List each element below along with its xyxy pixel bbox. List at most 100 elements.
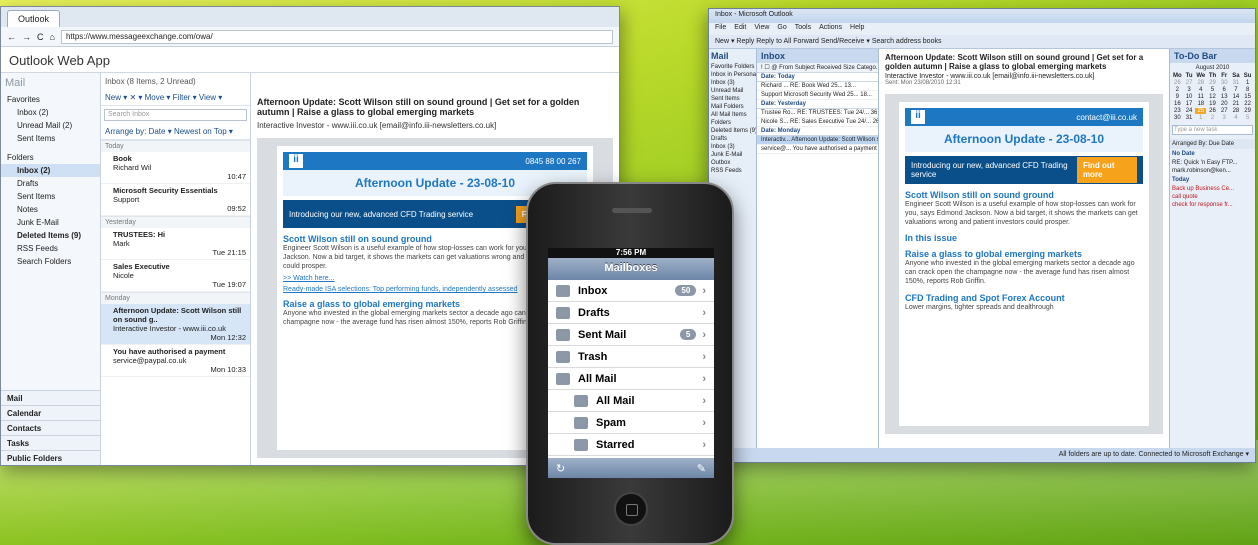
list-item[interactable]: TRUSTEES: Hi Mark Tue 21:15 — [101, 228, 250, 260]
find-out-more-button[interactable]: Find out more — [1076, 157, 1137, 183]
calendar-day[interactable]: 13 — [1219, 94, 1230, 100]
calendar-day[interactable]: 9 — [1172, 94, 1183, 100]
date-group[interactable]: Yesterday — [101, 216, 250, 228]
calendar-day[interactable]: 11 — [1195, 94, 1206, 100]
date-group[interactable]: Date: Monday — [757, 127, 878, 136]
today-group[interactable]: Today — [1170, 175, 1255, 185]
table-row[interactable]: Trustee Ro... RE: TRUSTEES: Tue 24/... 3… — [757, 109, 878, 118]
calendar-day[interactable]: 7 — [1231, 87, 1242, 93]
nav-item[interactable]: Notes — [1, 203, 100, 216]
module-public-folders[interactable]: Public Folders — [1, 450, 100, 465]
nav-item[interactable]: All Mail Items — [709, 111, 756, 119]
mailbox-row[interactable]: Trash › — [548, 346, 714, 368]
calendar-day[interactable]: 24 — [1184, 108, 1195, 114]
calendar-day[interactable]: 31 — [1231, 80, 1242, 86]
menu-tools[interactable]: Tools — [795, 24, 811, 34]
calendar-day[interactable]: 30 — [1172, 115, 1183, 121]
task-item[interactable]: Back up Business Ce... — [1170, 185, 1255, 193]
calendar-day[interactable]: 17 — [1184, 101, 1195, 107]
cfd-heading[interactable]: CFD Trading and Spot Forex Account — [905, 293, 1143, 303]
table-row[interactable]: Richard ... RE: Book Wed 25... 13... — [757, 82, 878, 91]
list-toolbar[interactable]: New ▾ ✕ ▾ Move ▾ Filter ▾ View ▾ — [101, 90, 250, 106]
list-item[interactable]: Book Richard Wil 10:47 — [101, 152, 250, 184]
calendar-day[interactable]: 18 — [1195, 101, 1206, 107]
date-group[interactable]: Monday — [101, 292, 250, 304]
task-item[interactable]: RE: Quick 'n Easy FTP... — [1170, 159, 1255, 167]
calendar-day[interactable]: 30 — [1219, 80, 1230, 86]
nav-item[interactable]: Junk E-Mail — [709, 151, 756, 159]
module-mail[interactable]: Mail — [1, 390, 100, 405]
calendar-day[interactable]: 4 — [1195, 87, 1206, 93]
nav-item[interactable]: Sent Items — [709, 95, 756, 103]
forward-icon[interactable]: → — [22, 32, 31, 42]
nav-item[interactable]: RSS Feeds — [1, 242, 100, 255]
task-item[interactable]: mark.robinson@ken... — [1170, 167, 1255, 175]
reload-icon[interactable]: C — [37, 32, 44, 42]
nav-favorites[interactable]: Favorites — [1, 93, 100, 106]
nav-item[interactable]: Deleted Items (9) — [709, 127, 756, 135]
calendar-day[interactable]: 5 — [1242, 115, 1253, 121]
calendar-day[interactable]: 12 — [1207, 94, 1218, 100]
nav-item[interactable]: Sent Items — [1, 190, 100, 203]
nav-item[interactable]: Sent Items — [1, 132, 100, 145]
module-tasks[interactable]: Tasks — [1, 435, 100, 450]
nav-item[interactable]: Inbox (3) — [709, 143, 756, 151]
calendar-day[interactable]: 29 — [1207, 80, 1218, 86]
cfd-banner[interactable]: Introducing our new, advanced CFD Tradin… — [905, 156, 1143, 184]
menu-go[interactable]: Go — [777, 24, 786, 34]
nav-item-inbox[interactable]: Inbox (2) — [1, 164, 100, 177]
list-item[interactable]: Afternoon Update: Scott Wilson still on … — [101, 304, 250, 345]
module-contacts[interactable]: Contacts — [1, 420, 100, 435]
calendar-day[interactable]: 8 — [1242, 87, 1253, 93]
menu-view[interactable]: View — [754, 24, 769, 34]
search-input[interactable]: Search Inbox — [104, 109, 247, 121]
nav-item[interactable]: Unread Mail (2) — [1, 119, 100, 132]
refresh-icon[interactable]: ↻ — [556, 462, 565, 475]
arranged-by[interactable]: Arranged By: Due Date — [1170, 139, 1255, 149]
list-item[interactable]: You have authorised a payment service@pay… — [101, 345, 250, 377]
nav-item[interactable]: Drafts — [709, 135, 756, 143]
calendar-day[interactable]: 23 — [1172, 108, 1183, 114]
task-item[interactable]: check for response fr... — [1170, 201, 1255, 209]
browser-tab[interactable]: Outlook — [7, 10, 61, 27]
date-group[interactable]: Date: Today — [757, 73, 878, 82]
list-item[interactable]: Sales Executive Nicole Tue 19:07 — [101, 260, 250, 292]
calendar-day[interactable]: 20 — [1219, 101, 1230, 107]
calendar-day[interactable]: 26 — [1207, 108, 1218, 114]
arrange-by[interactable]: Arrange by: Date ▾ Newest on Top ▾ — [101, 124, 250, 140]
home-button[interactable] — [614, 492, 648, 526]
table-row[interactable]: service@... You have authorised a paymen… — [757, 145, 878, 154]
calendar-day[interactable]: 26 — [1172, 80, 1183, 86]
module-calendar[interactable]: Calendar — [1, 405, 100, 420]
nav-item[interactable]: Drafts — [1, 177, 100, 190]
calendar-day[interactable]: 1 — [1242, 80, 1253, 86]
mailbox-row[interactable]: Inbox 50 › — [548, 280, 714, 302]
nav-item[interactable]: Junk E-Mail — [1, 216, 100, 229]
nav-item[interactable]: Inbox in Personal Folders — [709, 71, 756, 79]
calendar-day[interactable]: 21 — [1231, 101, 1242, 107]
calendar-day[interactable]: 1 — [1195, 115, 1206, 121]
nav-item[interactable]: Favorite Folders — [709, 63, 756, 71]
nav-item[interactable]: Outbox — [709, 159, 756, 167]
nav-folders[interactable]: Folders — [1, 151, 100, 164]
calendar-day[interactable]: 25 — [1195, 108, 1207, 114]
article-heading[interactable]: Scott Wilson still on sound ground — [905, 190, 1143, 200]
menu-file[interactable]: File — [715, 24, 726, 34]
compose-icon[interactable]: ✎ — [697, 462, 706, 475]
calendar-day[interactable]: 10 — [1184, 94, 1195, 100]
calendar-day[interactable]: 28 — [1231, 108, 1242, 114]
calendar-day[interactable]: 2 — [1207, 115, 1218, 121]
mailbox-row[interactable]: Drafts › — [548, 302, 714, 324]
calendar-day[interactable]: 2 — [1172, 87, 1183, 93]
menu-help[interactable]: Help — [850, 24, 864, 34]
calendar-day[interactable]: 28 — [1195, 80, 1206, 86]
nav-item[interactable]: Deleted Items (9) — [1, 229, 100, 242]
calendar-day[interactable]: 3 — [1219, 115, 1230, 121]
calendar-day[interactable]: 31 — [1184, 115, 1195, 121]
nav-item[interactable]: Mail Folders — [709, 103, 756, 111]
nav-item[interactable]: Inbox (2) — [1, 106, 100, 119]
nav-item[interactable]: Inbox (3) — [709, 79, 756, 87]
mailbox-row[interactable]: All Mail › — [548, 368, 714, 390]
table-row[interactable]: Support Microsoft Security Wed 25... 18.… — [757, 91, 878, 100]
menu-edit[interactable]: Edit — [734, 24, 746, 34]
